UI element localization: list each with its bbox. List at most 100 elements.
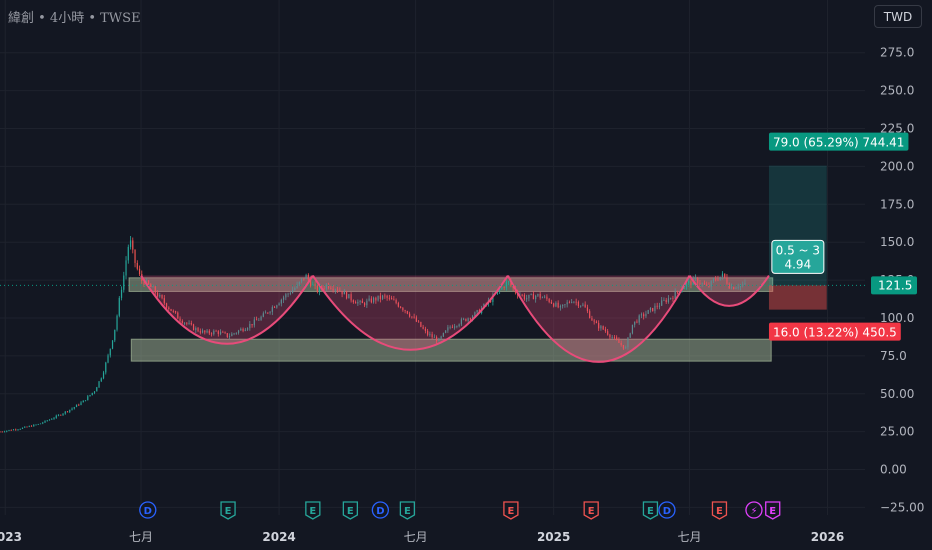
time-tick-label: 七月 (404, 530, 428, 544)
candle-body (136, 262, 138, 269)
event-earnings-up[interactable]: E (399, 501, 416, 520)
candle-body (111, 340, 114, 349)
candle-body (69, 409, 71, 412)
event-marker-letter: E (225, 506, 232, 517)
candle-body (17, 429, 19, 431)
candle-body (44, 420, 46, 423)
price-tick-label: 100.0 (880, 311, 914, 325)
risk-reward-line-2: 4.94 (784, 257, 811, 271)
candle-body (89, 394, 91, 397)
event-marker-letter: D (144, 506, 152, 517)
candle-body (26, 426, 28, 428)
candle-body (120, 289, 123, 298)
event-marker-letter: E (716, 506, 723, 517)
candle-body (21, 427, 24, 429)
candle-body (123, 275, 125, 290)
event-split[interactable]: ⚡ (745, 501, 763, 519)
event-earnings-down[interactable]: E (503, 501, 519, 520)
candle-body (15, 429, 17, 431)
candle-body (75, 404, 78, 408)
candle-body (1, 431, 3, 433)
long-position-tool[interactable] (768, 165, 827, 310)
candle-body (19, 428, 21, 430)
candle-body (24, 426, 26, 428)
candle-body (314, 284, 316, 286)
candle-body (127, 246, 129, 261)
candle-body (690, 281, 692, 285)
last-price-badge: 121.5 (871, 276, 917, 295)
candle-body (30, 425, 33, 427)
candle-body (8, 430, 10, 431)
chart-title: 緯創 • 4小時 • TWSE (8, 11, 141, 26)
price-tick-label: 250.0 (880, 84, 914, 98)
time-tick-label: 七月 (129, 530, 153, 544)
candle-body (87, 396, 89, 401)
candle-body (48, 419, 51, 421)
candle-body (508, 281, 510, 283)
event-marker-letter: E (347, 506, 354, 517)
candle-body (118, 297, 120, 316)
candle-body (57, 414, 60, 416)
event-earnings-up[interactable]: E (642, 501, 659, 520)
candle-body (100, 378, 102, 382)
loss-area[interactable] (768, 285, 827, 310)
event-earnings-up[interactable]: E (342, 501, 359, 520)
candle-body (35, 424, 37, 426)
risk-reward-line-1: 0.5 ~ 3 (776, 243, 820, 257)
candle-body (96, 387, 98, 392)
candle-body (114, 329, 116, 341)
candle-body (505, 281, 507, 288)
loss-label: 16.0 (13.22%) 450.5 (773, 326, 897, 340)
event-earnings-up[interactable]: E (305, 501, 321, 520)
candle-body (688, 281, 690, 283)
candle-body (91, 392, 93, 395)
candle-body (55, 415, 57, 418)
price-chart[interactable]: 79.0 (65.29%) 744.41 16.0 (13.22%) 450.5… (0, 0, 932, 550)
candle-body (501, 287, 503, 290)
candle-body (60, 414, 62, 416)
candle-body (73, 407, 75, 409)
candle-body (33, 424, 35, 427)
candle-body (3, 431, 6, 433)
price-tick-label: 50.00 (880, 387, 914, 401)
candle-body (134, 249, 136, 263)
profit-label: 79.0 (65.29%) 744.41 (773, 136, 904, 150)
candle-body (109, 348, 111, 356)
candle-body (66, 411, 69, 413)
event-earnings-down[interactable]: E (583, 501, 599, 520)
candle-body (46, 420, 48, 422)
price-tick-label: 175.0 (880, 197, 914, 211)
time-tick-label: 2023 (0, 530, 22, 544)
candle-body (39, 423, 42, 425)
event-earnings-up[interactable]: E (220, 501, 236, 520)
candle-body (51, 418, 53, 420)
price-tick-label: 200.0 (880, 159, 914, 173)
candle-body (503, 287, 505, 289)
event-marker-letter: E (588, 506, 595, 517)
event-earnings-next[interactable]: E (765, 501, 781, 520)
candle-body (0, 431, 1, 433)
event-marker-letter: D (663, 506, 671, 517)
event-marker-letter: E (769, 506, 776, 517)
currency-button[interactable]: TWD (874, 5, 922, 28)
event-marker-letter: ⚡ (750, 506, 757, 517)
event-dividend[interactable]: D (658, 501, 676, 519)
event-dividend[interactable]: D (139, 501, 157, 519)
candle-body (98, 381, 100, 388)
event-earnings-down[interactable]: E (711, 501, 728, 520)
price-tick-label: −25.00 (880, 500, 924, 514)
event-marker-letter: D (376, 506, 384, 517)
event-marker-letter: E (309, 506, 316, 517)
candle-body (102, 372, 105, 379)
candle-body (53, 417, 55, 419)
event-marker-letter: E (404, 506, 411, 517)
candle-body (84, 400, 87, 402)
candle-body (80, 402, 82, 405)
candle-body (125, 260, 127, 276)
candle-body (82, 400, 84, 403)
price-tick-label: 75.0 (880, 349, 907, 363)
time-tick-label: 七月 (677, 530, 701, 544)
event-dividend[interactable]: D (371, 501, 390, 519)
candle-body (107, 355, 109, 363)
candle-body (116, 315, 118, 330)
